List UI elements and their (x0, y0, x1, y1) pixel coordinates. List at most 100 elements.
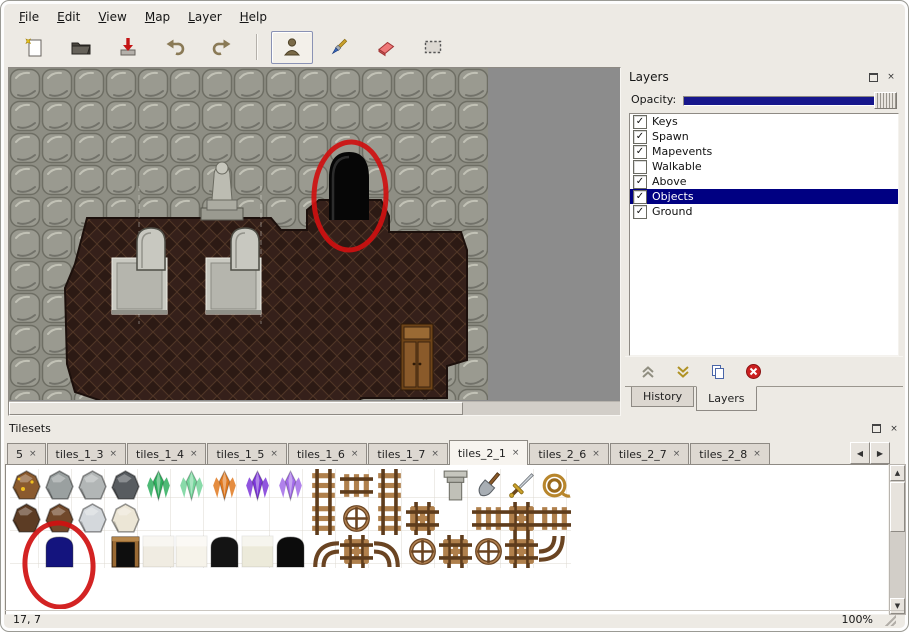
layer-row-walkable[interactable]: Walkable (630, 159, 898, 174)
tile-rail-horizontal[interactable] (472, 507, 505, 530)
duplicate-layer-button[interactable] (707, 362, 729, 382)
move-layer-up-button[interactable] (637, 362, 659, 382)
tile-rail-vertical[interactable] (312, 469, 335, 502)
tab-scroll-left-button[interactable]: ◀ (850, 442, 870, 464)
layer-checkbox[interactable]: ✓ (633, 205, 647, 219)
tab-close-icon[interactable]: × (673, 450, 681, 459)
resize-grip[interactable] (883, 613, 896, 626)
panel-close-button[interactable]: × (883, 70, 899, 85)
tile-door-black[interactable] (277, 537, 304, 567)
tab-close-icon[interactable]: × (190, 450, 198, 459)
tile-rail-vertical[interactable] (378, 502, 401, 535)
tileset-tab[interactable]: 5× (7, 443, 46, 464)
layer-checkbox[interactable]: ✓ (633, 190, 647, 204)
layer-checkbox[interactable] (633, 160, 647, 174)
map-horizontal-scrollbar[interactable] (9, 401, 620, 415)
tab-layers[interactable]: Layers (696, 386, 756, 411)
layer-checkbox[interactable]: ✓ (633, 130, 647, 144)
tab-close-icon[interactable]: × (431, 450, 439, 459)
layer-row-spawn[interactable]: ✓ Spawn (630, 129, 898, 144)
menu-layer[interactable]: Layer (180, 7, 229, 27)
scrollbar-handle[interactable] (9, 402, 463, 415)
layer-row-objects[interactable]: ✓ Objects (630, 189, 898, 204)
tab-close-icon[interactable]: × (351, 450, 359, 459)
panel-float-button[interactable] (868, 421, 884, 436)
delete-layer-button[interactable] (742, 362, 764, 382)
layer-row-above[interactable]: ✓ Above (630, 174, 898, 189)
menu-map[interactable]: Map (137, 7, 178, 27)
place-object-tool-button[interactable] (271, 31, 313, 64)
eraser-tool-button[interactable] (365, 31, 407, 64)
layer-checkbox[interactable]: ✓ (633, 145, 647, 159)
layer-checkbox[interactable]: ✓ (633, 175, 647, 189)
tileset-grid[interactable] (6, 465, 888, 609)
tile-rail-turntable[interactable] (477, 540, 500, 563)
tileset-tab[interactable]: tiles_2_7× (610, 443, 689, 464)
tile-rail-vertical[interactable] (312, 502, 335, 535)
tileset-vertical-scrollbar[interactable]: ▲ ▼ (889, 464, 906, 615)
tileset-tab[interactable]: tiles_1_5 × (207, 443, 286, 464)
tileset-tab[interactable]: tiles_2_8 × (690, 443, 769, 464)
tileset-tab[interactable]: tiles_2_6× (529, 443, 608, 464)
tileset-tab[interactable]: tiles_1_3× (47, 443, 126, 464)
panel-float-button[interactable] (865, 70, 881, 85)
tile-rail-horizontal[interactable] (538, 507, 571, 530)
tile-pale[interactable] (143, 536, 174, 567)
tileset-tab[interactable]: tiles_1_6× (288, 443, 367, 464)
panel-close-button[interactable]: × (886, 421, 902, 436)
menu-file[interactable]: File (11, 7, 47, 27)
tileset-tab[interactable]: tiles_1_4× (127, 443, 206, 464)
zoom-level: 100% (842, 613, 873, 626)
layer-checkbox[interactable]: ✓ (633, 115, 647, 129)
tile-pale-light[interactable] (176, 536, 207, 567)
opacity-slider[interactable] (683, 92, 897, 107)
save-map-button[interactable] (107, 31, 149, 64)
redo-button[interactable] (201, 31, 243, 64)
menu-edit[interactable]: Edit (49, 7, 88, 27)
map-canvas[interactable] (9, 68, 618, 400)
tileset-tab-active[interactable]: tiles_2_1 × (449, 440, 528, 465)
tab-history[interactable]: History (631, 387, 694, 407)
selection-rectangle-icon (422, 36, 444, 58)
tab-close-icon[interactable]: × (29, 450, 37, 459)
tab-close-icon[interactable]: × (512, 449, 520, 458)
menu-help[interactable]: Help (232, 7, 275, 27)
tab-close-icon[interactable]: × (753, 450, 761, 459)
status-bar: 17, 7 100% (5, 610, 904, 628)
tileset-tab[interactable]: tiles_1_7× (368, 443, 447, 464)
tab-label: tiles_1_5 (216, 448, 264, 461)
layer-row-mapevents[interactable]: ✓ Mapevents (630, 144, 898, 159)
tab-close-icon[interactable]: × (592, 450, 600, 459)
tile-rail-vertical[interactable] (378, 469, 401, 502)
open-folder-icon (70, 36, 92, 58)
move-layer-down-button[interactable] (672, 362, 694, 382)
tab-label: tiles_2_1 (458, 447, 506, 460)
slider-trough[interactable] (683, 96, 897, 106)
paint-tool-button[interactable] (318, 31, 360, 64)
select-tool-button[interactable] (412, 31, 454, 64)
scroll-up-button[interactable]: ▲ (890, 465, 905, 481)
person-tool-icon (281, 36, 303, 58)
layer-row-ground[interactable]: ✓ Ground (630, 204, 898, 219)
tab-close-icon[interactable]: × (109, 450, 117, 459)
open-map-button[interactable] (60, 31, 102, 64)
tile-door-wood[interactable] (112, 537, 139, 567)
slider-handle[interactable] (874, 92, 897, 109)
tab-label: tiles_2_8 (699, 448, 747, 461)
paintbrush-icon (328, 36, 350, 58)
float-icon (869, 73, 878, 82)
menu-view[interactable]: View (90, 7, 134, 27)
tile-rail-turntable[interactable] (345, 507, 368, 530)
tab-scroll-right-button[interactable]: ▶ (870, 442, 890, 464)
tile-door-black[interactable] (211, 537, 238, 567)
opacity-row: Opacity: (625, 87, 903, 111)
new-map-button[interactable] (13, 31, 55, 64)
tab-close-icon[interactable]: × (270, 450, 278, 459)
undo-button[interactable] (154, 31, 196, 64)
tile-pale[interactable] (242, 536, 273, 567)
tile-rail-turntable[interactable] (411, 540, 434, 563)
tile-door-blue-selected[interactable] (46, 537, 73, 567)
tile-rail-horizontal[interactable] (340, 474, 373, 497)
layer-row-keys[interactable]: ✓ Keys (630, 114, 898, 129)
scrollbar-handle[interactable] (890, 482, 905, 532)
